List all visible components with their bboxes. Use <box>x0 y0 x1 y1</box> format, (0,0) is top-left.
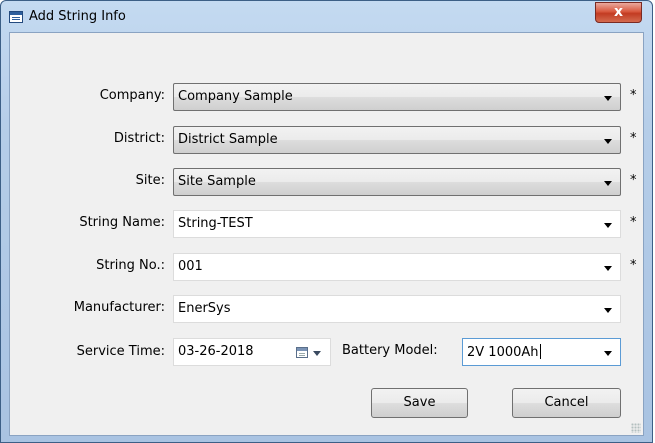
service-time-label: Service Time: <box>76 344 165 359</box>
service-time-date-picker[interactable]: 03-26-2018 <box>173 338 331 366</box>
manufacturer-value: EnerSys <box>178 301 231 316</box>
district-label-wrap: District: <box>10 127 165 151</box>
calendar-icon[interactable] <box>296 347 308 358</box>
string-name-combo[interactable]: String-TEST <box>173 210 621 238</box>
cancel-button[interactable]: Cancel <box>512 388 621 418</box>
site-dropdown[interactable]: Site Sample <box>173 168 621 196</box>
title-bar[interactable]: Add String Info x <box>1 1 652 33</box>
battery-model-text: 2V 1000Ah <box>467 344 541 360</box>
company-label-wrap: Company: <box>10 84 165 108</box>
string-name-label: String Name: <box>79 215 165 230</box>
manufacturer-combo[interactable]: EnerSys <box>173 295 621 323</box>
manufacturer-label-wrap: Manufacturer: <box>10 296 165 320</box>
dialog-body: Company: Company Sample * District: Dist… <box>9 32 644 436</box>
battery-model-value: 2V 1000Ah <box>467 345 539 360</box>
chevron-down-icon <box>604 139 612 144</box>
chevron-down-icon[interactable] <box>604 223 612 228</box>
district-required-mark: * <box>630 131 637 146</box>
string-name-label-wrap: String Name: <box>10 211 165 235</box>
window-form-icon <box>9 11 23 23</box>
manufacturer-label: Manufacturer: <box>73 300 165 315</box>
string-no-combo[interactable]: 001 <box>173 253 621 281</box>
save-button[interactable]: Save <box>371 388 468 418</box>
close-button[interactable]: x <box>595 2 642 23</box>
dialog-window: Add String Info x Company: Company Sampl… <box>0 0 653 443</box>
company-label: Company: <box>99 88 165 103</box>
chevron-down-icon[interactable] <box>604 266 612 271</box>
resize-grip[interactable] <box>631 423 641 433</box>
district-value: District Sample <box>178 132 278 147</box>
company-dropdown[interactable]: Company Sample <box>173 83 621 111</box>
string-no-label: String No.: <box>96 258 165 273</box>
company-value: Company Sample <box>178 89 293 104</box>
string-name-value: String-TEST <box>178 216 253 231</box>
company-required-mark: * <box>630 88 637 103</box>
string-no-label-wrap: String No.: <box>10 254 165 278</box>
text-caret <box>539 344 541 359</box>
chevron-down-icon <box>604 96 612 101</box>
chevron-down-icon[interactable] <box>313 351 321 356</box>
district-dropdown[interactable]: District Sample <box>173 126 621 154</box>
battery-model-combo[interactable]: 2V 1000Ah <box>462 338 621 366</box>
chevron-down-icon[interactable] <box>604 308 612 313</box>
district-label: District: <box>113 131 165 146</box>
chevron-down-icon <box>604 181 612 186</box>
site-label: Site: <box>135 173 165 188</box>
site-value: Site Sample <box>178 174 256 189</box>
chevron-down-icon[interactable] <box>604 351 612 356</box>
site-label-wrap: Site: <box>10 169 165 193</box>
window-title: Add String Info <box>29 9 126 24</box>
string-name-required-mark: * <box>630 215 637 230</box>
string-no-required-mark: * <box>630 258 637 273</box>
service-time-label-wrap: Service Time: <box>10 340 165 364</box>
service-time-value: 03-26-2018 <box>178 344 254 359</box>
battery-model-label: Battery Model: <box>342 343 438 358</box>
close-icon: x <box>613 4 624 20</box>
string-no-value: 001 <box>178 259 203 274</box>
site-required-mark: * <box>630 173 637 188</box>
